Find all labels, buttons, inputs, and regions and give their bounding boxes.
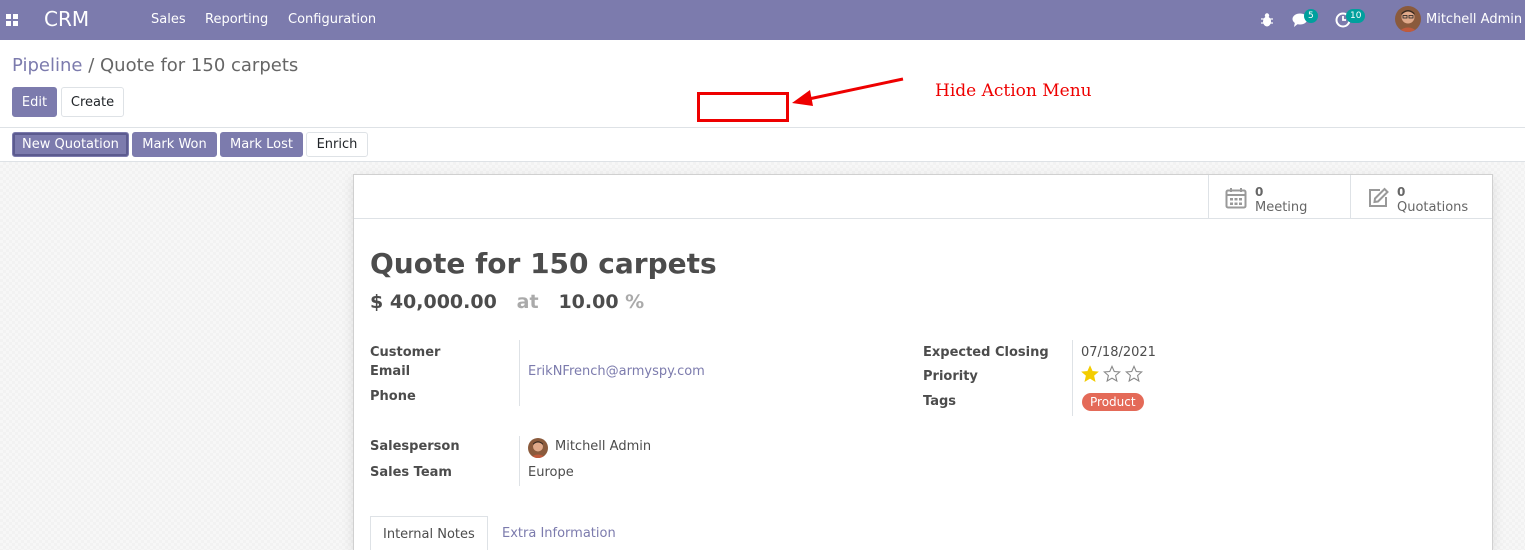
- email-label: Email: [370, 364, 411, 379]
- calendar-icon: [1225, 188, 1247, 209]
- edit-button[interactable]: Edit: [12, 87, 57, 117]
- create-button[interactable]: Create: [61, 87, 124, 117]
- breadcrumb: Pipeline / Quote for 150 carpets: [12, 55, 298, 76]
- salesperson-group-separator: [519, 436, 520, 486]
- meeting-smart-button[interactable]: 0 Meeting: [1208, 175, 1350, 219]
- at-label: at: [516, 291, 539, 313]
- messages-count-badge: 5: [1304, 9, 1318, 23]
- left-group-separator: [519, 340, 520, 406]
- right-group-separator: [1072, 340, 1073, 416]
- control-panel-divider: [0, 127, 1525, 128]
- meeting-label: Meeting: [1255, 200, 1308, 215]
- email-value[interactable]: ErikNFrench@armyspy.com: [528, 364, 705, 379]
- mark-won-button[interactable]: Mark Won: [132, 132, 217, 157]
- customer-label: Customer: [370, 345, 441, 360]
- debug-bug-icon[interactable]: [1260, 12, 1274, 28]
- quotations-count: 0: [1397, 185, 1406, 199]
- top-navbar: CRM Sales Reporting Configuration 5 10 M…: [0, 0, 1525, 40]
- apps-menu-icon[interactable]: [6, 14, 18, 26]
- star-empty-icon[interactable]: [1125, 365, 1143, 383]
- quotations-label: Quotations: [1397, 200, 1469, 215]
- tags-label: Tags: [923, 394, 957, 409]
- meeting-count: 0: [1255, 185, 1264, 199]
- breadcrumb-current: Quote for 150 carpets: [100, 55, 299, 76]
- breadcrumb-separator: /: [88, 55, 95, 76]
- priority-stars[interactable]: [1081, 365, 1143, 383]
- breadcrumb-pipeline-link[interactable]: Pipeline: [12, 55, 82, 76]
- sales-team-value[interactable]: Europe: [528, 465, 574, 480]
- expected-revenue-line: $ 40,000.00 at 10.00 %: [370, 291, 644, 313]
- salesperson-avatar: [528, 438, 548, 458]
- menu-configuration[interactable]: Configuration: [288, 12, 376, 27]
- lead-title: Quote for 150 carpets: [370, 247, 717, 280]
- percent-sign: %: [625, 291, 645, 313]
- phone-label: Phone: [370, 389, 416, 404]
- quotations-smart-button[interactable]: 0 Quotations: [1350, 175, 1492, 219]
- user-avatar[interactable]: [1395, 6, 1421, 32]
- expected-revenue: $ 40,000.00: [370, 291, 497, 313]
- activities-count-badge: 10: [1346, 9, 1366, 23]
- salesperson-value[interactable]: Mitchell Admin: [555, 439, 651, 454]
- new-quotation-button[interactable]: New Quotation: [12, 132, 129, 157]
- tab-internal-notes[interactable]: Internal Notes: [370, 516, 488, 550]
- tab-extra-information[interactable]: Extra Information: [490, 516, 628, 550]
- expected-closing-label: Expected Closing: [923, 345, 1049, 360]
- mark-lost-button[interactable]: Mark Lost: [220, 132, 303, 157]
- user-name[interactable]: Mitchell Admin: [1426, 12, 1522, 27]
- smart-button-box: 0 Meeting 0 Quotations: [354, 175, 1492, 219]
- annotation-arrow-icon: [792, 77, 904, 106]
- annotation-highlight-box: [697, 92, 789, 122]
- star-filled-icon[interactable]: [1081, 365, 1099, 383]
- form-sheet: 0 Meeting 0 Quotations Quote for 150 car…: [353, 174, 1493, 550]
- priority-label: Priority: [923, 369, 978, 384]
- pencil-square-icon: [1369, 187, 1389, 207]
- app-brand[interactable]: CRM: [44, 7, 89, 31]
- star-empty-icon[interactable]: [1103, 365, 1121, 383]
- menu-sales[interactable]: Sales: [151, 12, 186, 27]
- expected-closing-value[interactable]: 07/18/2021: [1081, 345, 1156, 360]
- menu-reporting[interactable]: Reporting: [205, 12, 268, 27]
- sales-team-label: Sales Team: [370, 465, 452, 480]
- probability-value: 10.00: [558, 291, 619, 313]
- enrich-button[interactable]: Enrich: [306, 132, 368, 157]
- tag-product-badge[interactable]: Product: [1082, 393, 1144, 411]
- annotation-label: Hide Action Menu: [935, 81, 1092, 101]
- salesperson-label: Salesperson: [370, 439, 460, 454]
